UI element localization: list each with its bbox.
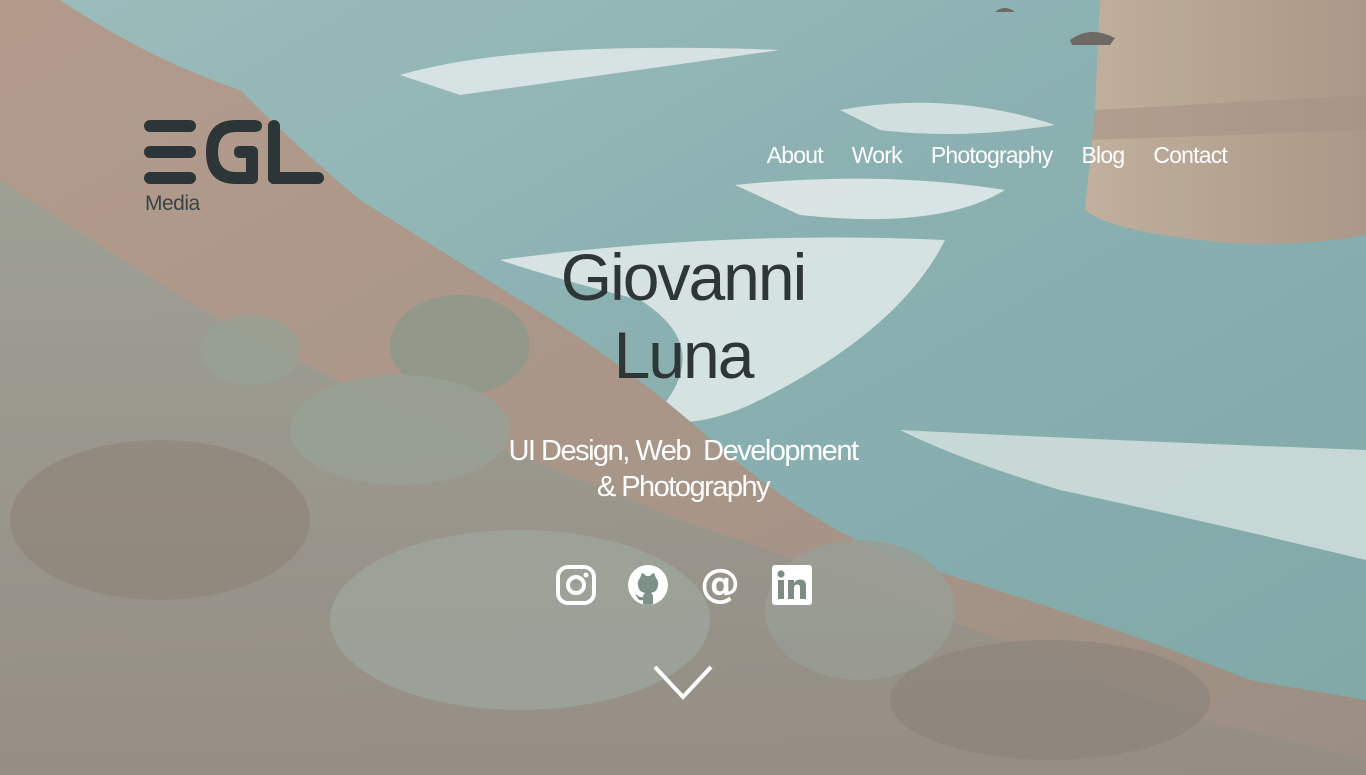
hero-section: Media About Work Photography Blog Contac… [0,0,1366,775]
tagline-line-2: & Photography [596,471,771,503]
nav-item-about[interactable]: About [767,140,824,170]
social-links: @ [555,564,813,606]
nav-item-blog[interactable]: Blog [1081,140,1125,170]
linkedin-icon[interactable] [771,564,813,606]
hero-name-first: Giovanni [560,240,808,314]
main-nav: About Work Photography Blog Contact [767,140,1228,170]
instagram-icon[interactable] [555,564,597,606]
svg-text:@: @ [700,564,740,606]
nav-item-photography[interactable]: Photography [931,140,1053,170]
github-icon[interactable] [627,564,669,606]
hero-tagline: UI Design, Web Development & Photography [0,433,1366,505]
chevron-down-icon[interactable] [652,664,714,702]
nav-item-work[interactable]: Work [852,140,903,170]
logo-subtitle: Media [145,192,200,215]
at-sign-email-icon[interactable]: @ [699,564,741,606]
egl-logo-mark [144,120,324,184]
tagline-line-1: UI Design, Web Development [508,435,859,467]
nav-item-contact[interactable]: Contact [1153,140,1227,170]
hero-name: Giovanni Luna [0,238,1366,394]
hero-name-last: Luna [613,318,755,392]
brand-logo[interactable]: Media [144,118,334,218]
